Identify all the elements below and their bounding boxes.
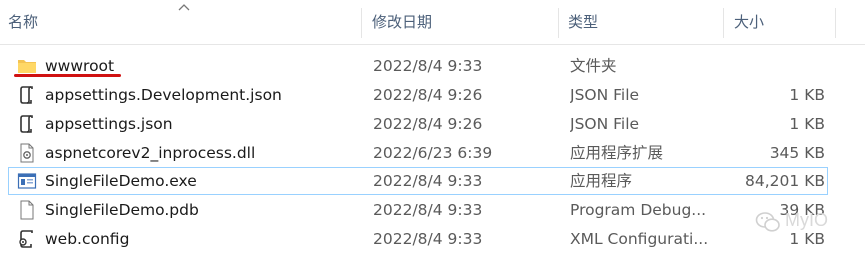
file-name: aspnetcorev2_inprocess.dll [45, 144, 256, 162]
file-name: web.config [45, 230, 130, 248]
file-row-web-config[interactable]: web.config 2022/8/4 9:33 XML Configurati… [8, 225, 828, 253]
column-divider[interactable] [361, 8, 362, 38]
file-row-exe[interactable]: SingleFileDemo.exe 2022/8/4 9:33 应用程序 84… [8, 167, 828, 195]
file-date: 2022/8/4 9:26 [373, 86, 483, 104]
pdb-file-icon [20, 200, 34, 220]
file-size [709, 53, 825, 79]
file-type: JSON File [570, 86, 640, 104]
folder-icon [18, 60, 36, 73]
column-header-type[interactable]: 类型 [560, 0, 728, 44]
file-type: Program Debug... [570, 201, 707, 219]
file-date: 2022/8/4 9:33 [373, 57, 483, 75]
file-type: 文件夹 [570, 57, 617, 75]
file-name: SingleFileDemo.exe [45, 172, 197, 190]
file-type: 应用程序 [570, 172, 633, 190]
file-date: 2022/8/4 9:33 [373, 230, 483, 248]
wechat-logo-icon [755, 212, 780, 232]
file-type: XML Configurati... [570, 230, 708, 248]
file-type: JSON File [570, 115, 640, 133]
file-date: 2022/8/4 9:33 [373, 172, 483, 190]
chevron-up-icon [178, 4, 190, 11]
column-divider[interactable] [558, 8, 559, 38]
dll-file-icon [20, 143, 34, 163]
file-row-appsettings[interactable]: appsettings.json 2022/8/4 9:26 JSON File… [8, 110, 828, 138]
file-row-wwwroot[interactable]: wwwroot 2022/8/4 9:33 文件夹 [8, 52, 828, 80]
column-divider[interactable] [723, 8, 724, 38]
json-file-icon [20, 86, 33, 104]
column-header-bar: 名称 修改日期 类型 大小 [0, 0, 865, 45]
file-date: 2022/8/4 9:26 [373, 115, 483, 133]
json-file-icon [20, 115, 33, 133]
column-divider[interactable] [835, 8, 836, 38]
file-type: 应用程序扩展 [570, 144, 664, 162]
file-size: 1 KB [789, 86, 825, 104]
watermark: MyIO [755, 208, 865, 238]
exe-file-icon [17, 173, 37, 189]
column-header-size[interactable]: 大小 [726, 0, 844, 44]
file-row-pdb[interactable]: SingleFileDemo.pdb 2022/8/4 9:33 Program… [8, 196, 828, 224]
config-file-icon [19, 230, 33, 248]
file-date: 2022/6/23 6:39 [373, 144, 493, 162]
file-row-appsettings-development[interactable]: appsettings.Development.json 2022/8/4 9:… [8, 81, 828, 109]
file-name: SingleFileDemo.pdb [45, 201, 199, 219]
file-name: appsettings.Development.json [45, 86, 282, 104]
file-size: 1 KB [789, 115, 825, 133]
file-size: 84,201 KB [745, 172, 825, 190]
red-annotation-underline [14, 74, 121, 77]
file-date: 2022/8/4 9:33 [373, 201, 483, 219]
file-name: appsettings.json [45, 115, 173, 133]
watermark-text: MyIO [785, 210, 828, 230]
file-size: 345 KB [769, 144, 825, 162]
column-header-date[interactable]: 修改日期 [364, 0, 566, 44]
file-row-dll[interactable]: aspnetcorev2_inprocess.dll 2022/6/23 6:3… [8, 139, 828, 167]
